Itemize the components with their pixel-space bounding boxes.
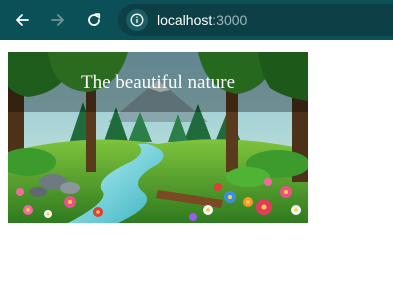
page-content: The beautiful nature [0, 40, 393, 303]
arrow-left-icon [16, 14, 29, 26]
browser-toolbar: localhost:3000 [0, 0, 393, 40]
reload-button[interactable] [82, 8, 106, 32]
hero-banner: The beautiful nature [8, 52, 308, 223]
url-port: :3000 [212, 12, 248, 28]
site-info-icon [130, 13, 144, 27]
back-button[interactable] [10, 8, 34, 32]
url-host: localhost [157, 12, 213, 28]
arrow-right-icon [51, 14, 64, 26]
reload-icon [88, 13, 101, 26]
address-bar[interactable]: localhost:3000 [118, 4, 393, 36]
hero-title: The beautiful nature [80, 72, 236, 93]
site-info-button[interactable] [126, 9, 148, 31]
url-text[interactable]: localhost:3000 [157, 12, 247, 28]
forward-button[interactable] [46, 8, 70, 32]
